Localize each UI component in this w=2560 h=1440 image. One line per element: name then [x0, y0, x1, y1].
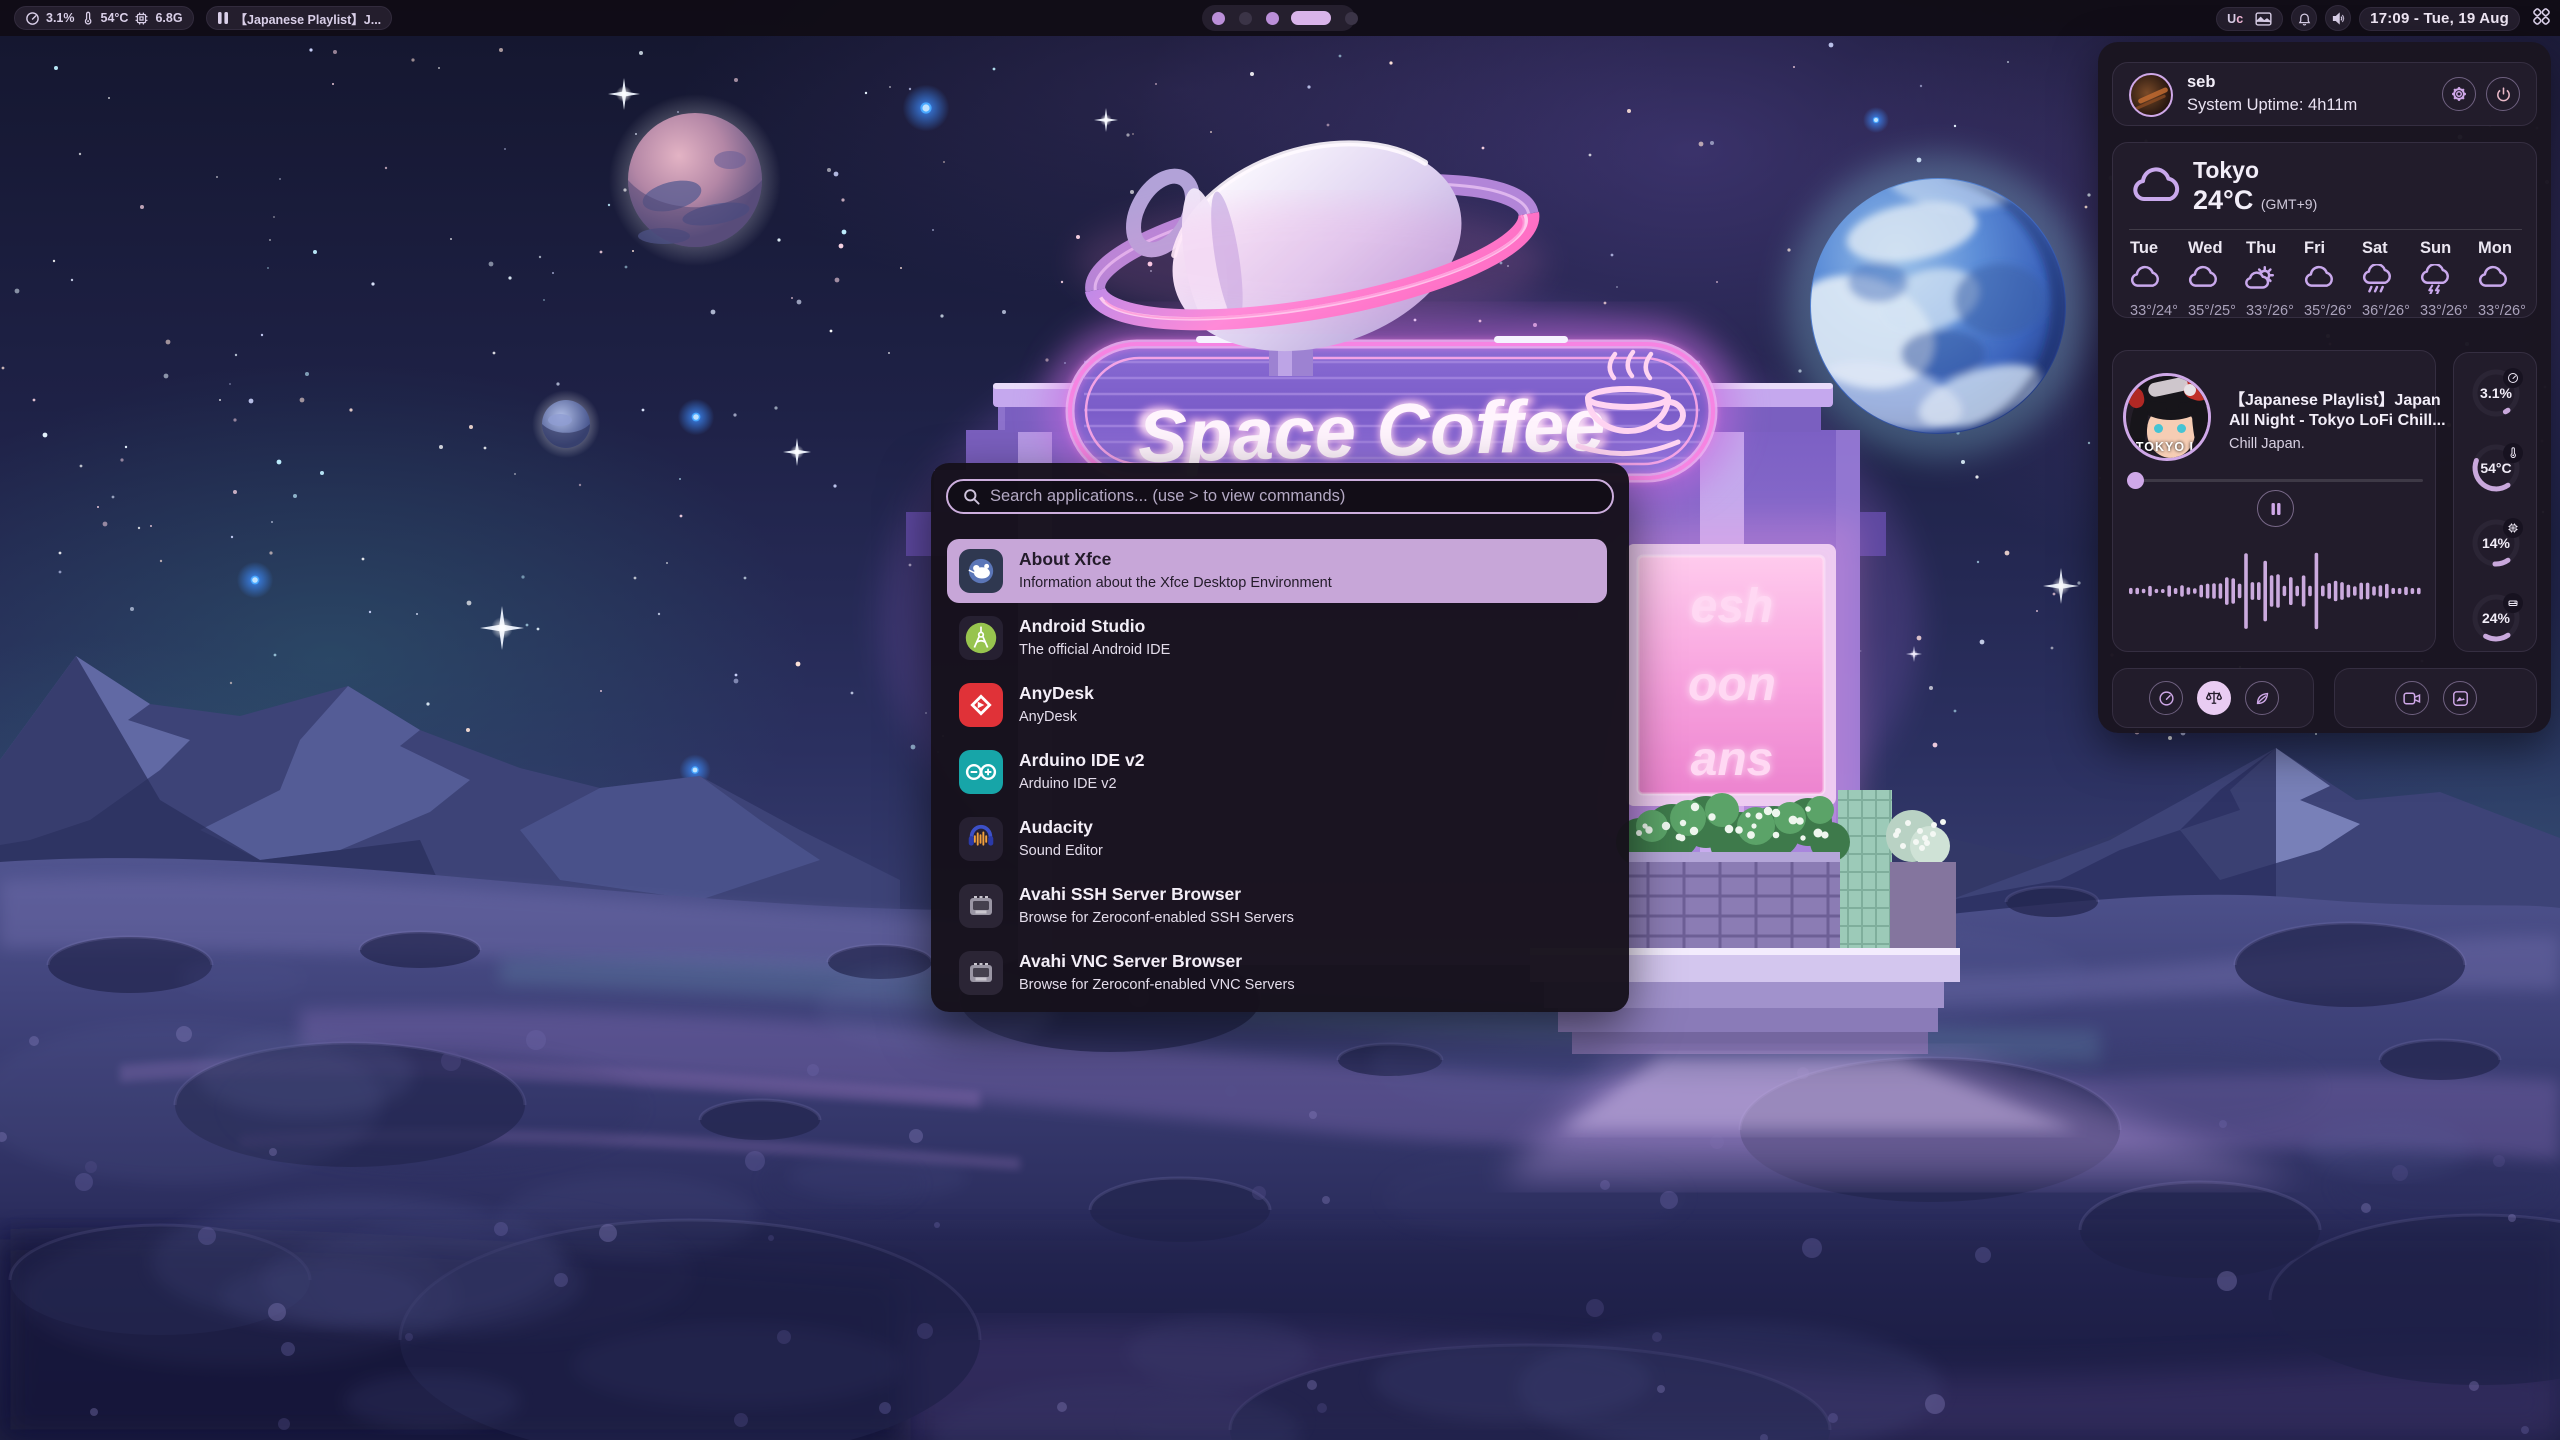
svg-text:3.1%: 3.1%	[2480, 385, 2512, 401]
svg-text:54°C: 54°C	[2480, 460, 2511, 476]
svg-text:14%: 14%	[2482, 535, 2511, 551]
svg-text:24%: 24%	[2482, 610, 2511, 626]
